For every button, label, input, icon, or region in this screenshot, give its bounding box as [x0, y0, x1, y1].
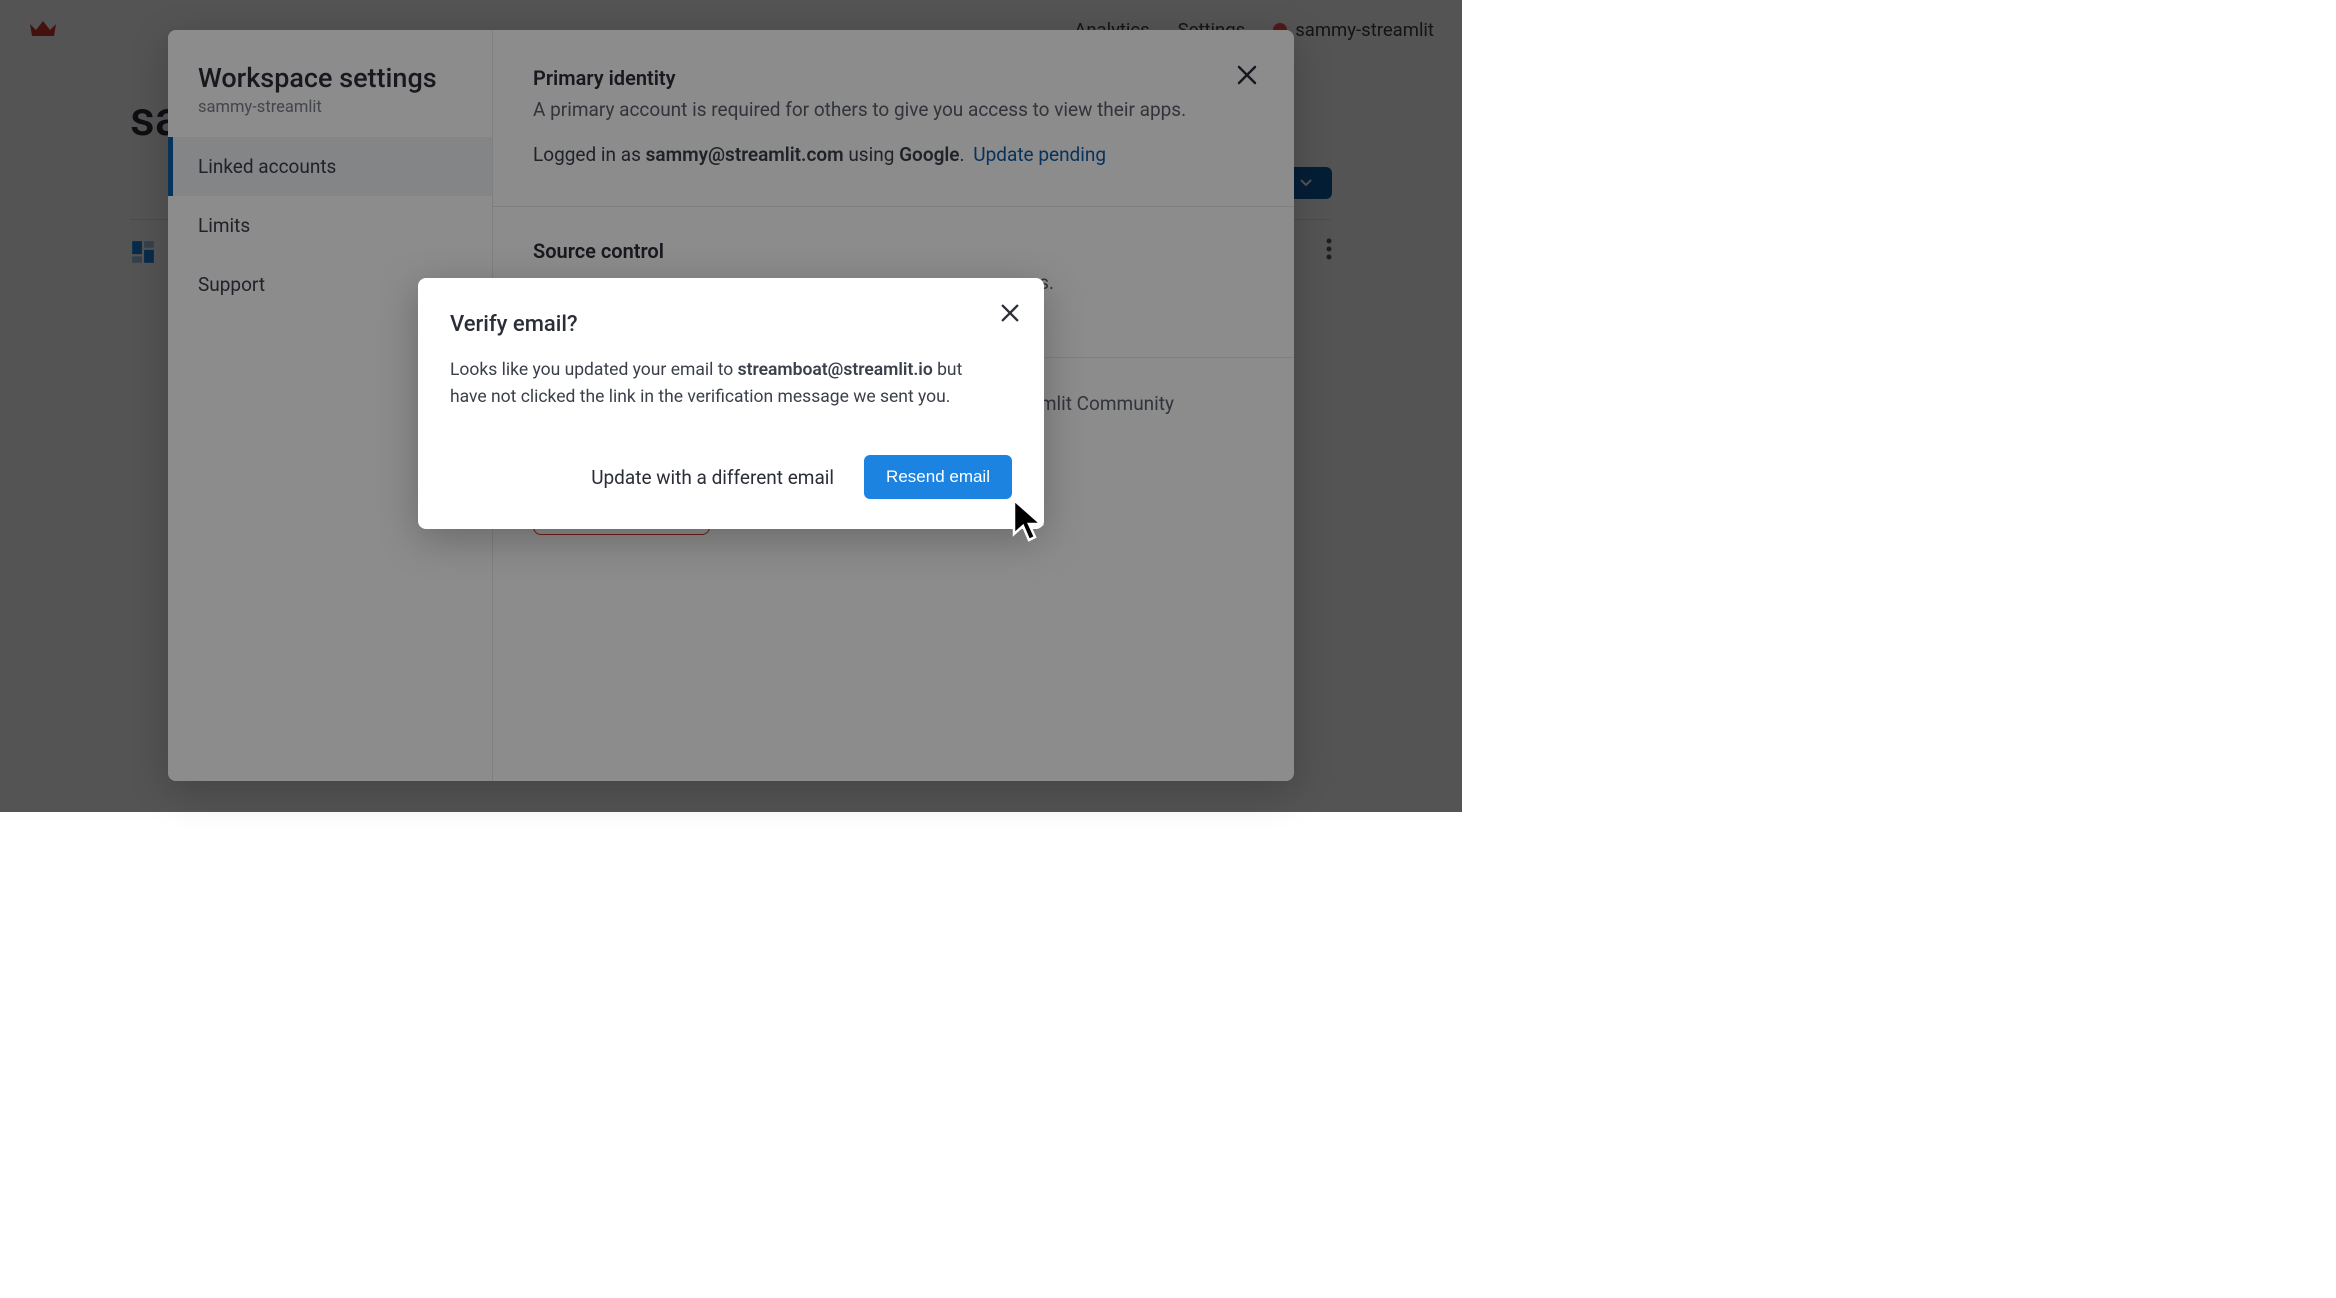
new-email: streamboat@streamlit.io [738, 360, 933, 380]
verify-email-modal: Verify email? Looks like you updated you… [418, 278, 1044, 529]
resend-email-button[interactable]: Resend email [864, 455, 1012, 499]
body-prefix: Looks like you updated your email to [450, 360, 738, 380]
verify-email-body: Looks like you updated your email to str… [450, 357, 1012, 411]
close-icon[interactable] [1000, 302, 1020, 328]
verify-email-title: Verify email? [450, 312, 1012, 337]
verify-actions: Update with a different email Resend ema… [450, 455, 1012, 499]
update-different-email-link[interactable]: Update with a different email [591, 466, 834, 489]
verify-overlay: Verify email? Looks like you updated you… [0, 0, 1462, 812]
